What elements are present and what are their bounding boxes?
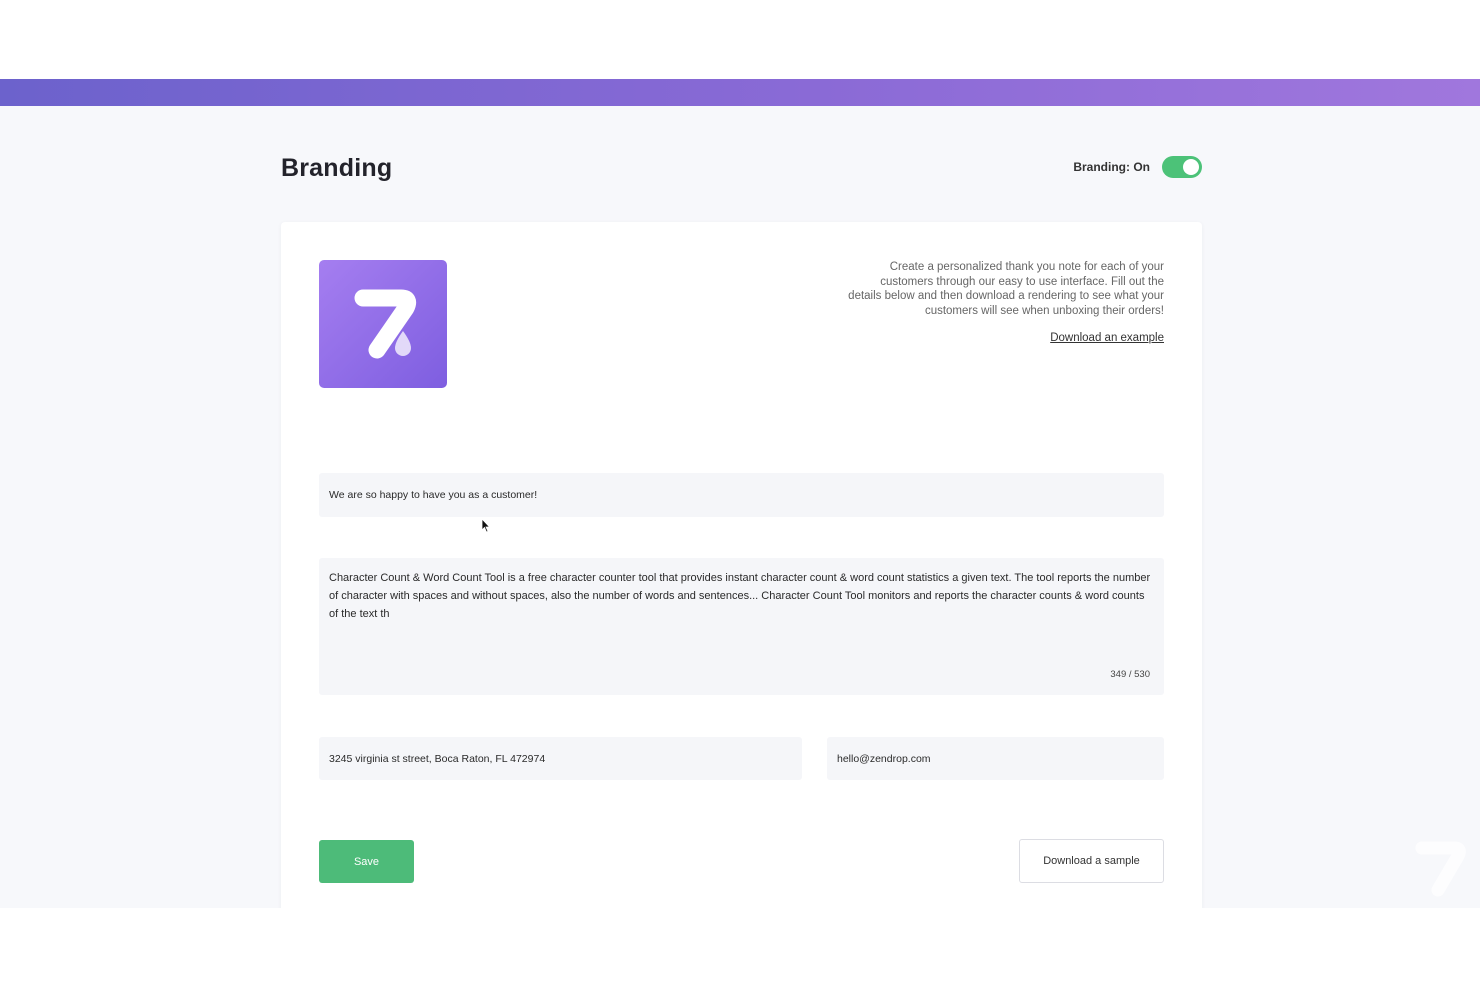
toggle-knob	[1183, 159, 1199, 175]
mouse-cursor-icon	[481, 518, 491, 533]
download-sample-button[interactable]: Download a sample	[1019, 839, 1164, 883]
email-input[interactable]	[827, 737, 1164, 780]
page-title: Branding	[281, 154, 393, 182]
description-text: Create a personalized thank you note for…	[848, 261, 1164, 317]
app-area: Branding Branding: On Create a personali…	[0, 106, 1480, 908]
greeting-input[interactable]	[319, 473, 1164, 517]
top-accent-bar	[0, 79, 1480, 106]
message-textarea[interactable]: Character Count & Word Count Tool is a f…	[319, 558, 1164, 695]
top-margin	[0, 0, 1480, 79]
branding-toggle-group: Branding: On	[1060, 154, 1202, 180]
save-button[interactable]: Save	[319, 840, 414, 883]
zendrop-logo-icon	[319, 260, 447, 388]
branding-toggle-label: Branding: On	[1073, 160, 1150, 174]
bottom-margin	[0, 908, 1480, 987]
address-input[interactable]	[319, 737, 802, 780]
branding-card: Create a personalized thank you note for…	[281, 222, 1202, 908]
download-example-link[interactable]: Download an example	[1050, 332, 1164, 344]
zendrop-watermark-icon	[1415, 841, 1466, 897]
character-counter: 349 / 530	[1110, 669, 1150, 680]
branding-toggle[interactable]	[1162, 156, 1202, 178]
